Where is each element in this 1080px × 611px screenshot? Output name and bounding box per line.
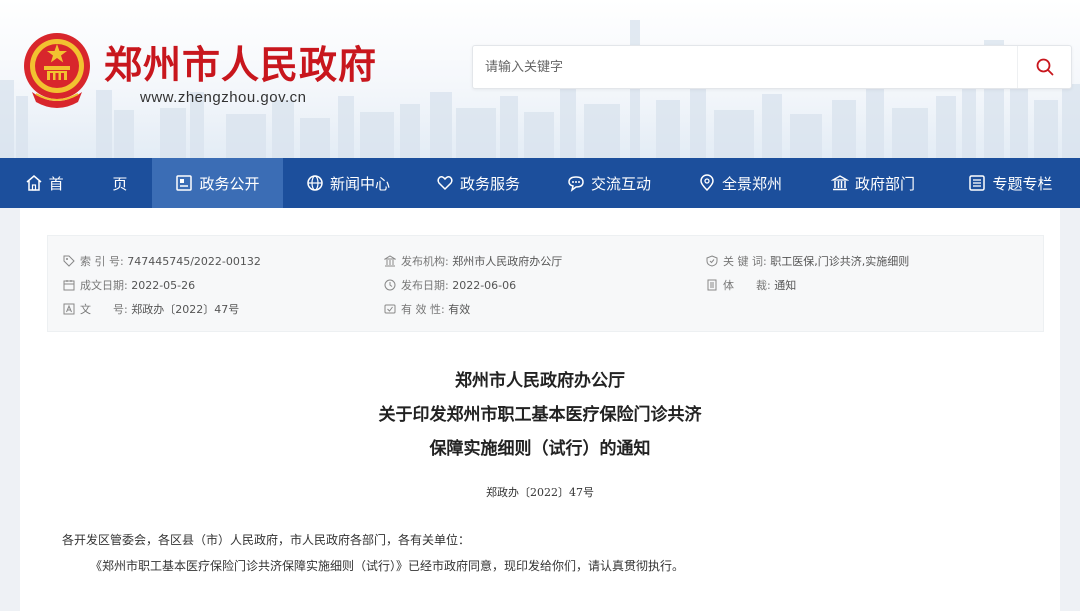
document-title-line3: 保障实施细则（试行）的通知 (429, 439, 651, 459)
nav-item-panorama[interactable]: 全景郑州 (675, 158, 805, 208)
clock-icon (384, 279, 396, 291)
shield-check-icon (706, 255, 718, 267)
nav-item-news-center[interactable]: 新闻中心 (283, 158, 413, 208)
article-panel: 索 引 号: 747445745/2022-00132 发布机构: 郑州市人民政… (20, 208, 1060, 611)
search-input[interactable] (473, 46, 1018, 88)
nav-item-departments[interactable]: 政府部门 (805, 158, 941, 208)
search-box (472, 45, 1072, 89)
text-icon (63, 303, 75, 315)
tag-icon (63, 255, 75, 267)
meta-keywords: 关 键 词: 职工医保,门诊共济,实施细则 (706, 253, 909, 269)
home-icon (26, 175, 42, 191)
site-header: 郑州市人民政府 www.zhengzhou.gov.cn (0, 0, 1080, 158)
document-list-icon (176, 175, 193, 191)
nav-item-interaction[interactable]: 交流互动 (543, 158, 675, 208)
chat-bubble-icon (568, 176, 584, 192)
main-nav: 首 页 政务公开 新闻中心 政务服务 交流互动 全景郑州 政府部门 专题专栏 (0, 158, 1080, 208)
nav-item-government-services[interactable]: 政务服务 (413, 158, 543, 208)
nav-item-home[interactable]: 首 页 (0, 158, 152, 208)
nav-label: 政府部门 (854, 174, 915, 193)
nav-item-special-topics[interactable]: 专题专栏 (941, 158, 1080, 208)
site-title[interactable]: 郑州市人民政府 (104, 34, 377, 89)
calendar-icon (63, 280, 75, 291)
building-icon (384, 255, 396, 267)
government-building-icon (830, 175, 849, 191)
document-meta-box: 索 引 号: 747445745/2022-00132 发布机构: 郑州市人民政… (47, 235, 1044, 332)
meta-category: 体 裁: 通知 (706, 277, 796, 293)
document-title-line2: 关于印发郑州市职工基本医疗保险门诊共济 (378, 405, 702, 425)
nav-label: 交流互动 (590, 174, 651, 193)
document-title-line1: 郑州市人民政府办公厅 (455, 371, 625, 391)
nav-label: 首 页 (48, 174, 150, 193)
meta-publisher: 发布机构: 郑州市人民政府办公厅 (384, 253, 562, 269)
nav-label: 新闻中心 (329, 174, 390, 193)
meta-published-date: 发布日期: 2022-06-06 (384, 277, 516, 293)
search-button[interactable] (1017, 46, 1071, 88)
document-number: 郑政办〔2022〕47号 (486, 486, 594, 499)
meta-validity: 有 效 性: 有效 (384, 301, 470, 317)
nav-label: 政务公开 (199, 174, 260, 193)
nav-item-government-affairs[interactable]: 政务公开 (152, 158, 283, 208)
nav-label: 专题专栏 (992, 174, 1053, 193)
national-emblem-logo (24, 33, 90, 108)
heart-icon (437, 176, 453, 191)
validity-icon (384, 304, 396, 314)
list-panel-icon (969, 175, 986, 191)
site-url: www.zhengzhou.gov.cn (140, 89, 307, 106)
document-body-paragraph: 《郑州市职工基本医疗保险门诊共济保障实施细则（试行）》已经市政府同意，现印发给你… (90, 559, 685, 573)
globe-icon (307, 175, 323, 191)
nav-label: 全景郑州 (721, 174, 782, 193)
meta-created-date: 成文日期: 2022-05-26 (63, 277, 195, 293)
nav-label: 政务服务 (459, 174, 520, 193)
meta-index: 索 引 号: 747445745/2022-00132 (63, 253, 261, 269)
search-icon (1036, 58, 1053, 76)
meta-doc-number: 文 号: 郑政办〔2022〕47号 (63, 301, 239, 317)
document-icon (707, 279, 717, 291)
location-icon (700, 174, 714, 192)
document-salutation: 各开发区管委会，各区县（市）人民政府，市人民政府各部门，各有关单位： (62, 533, 471, 547)
